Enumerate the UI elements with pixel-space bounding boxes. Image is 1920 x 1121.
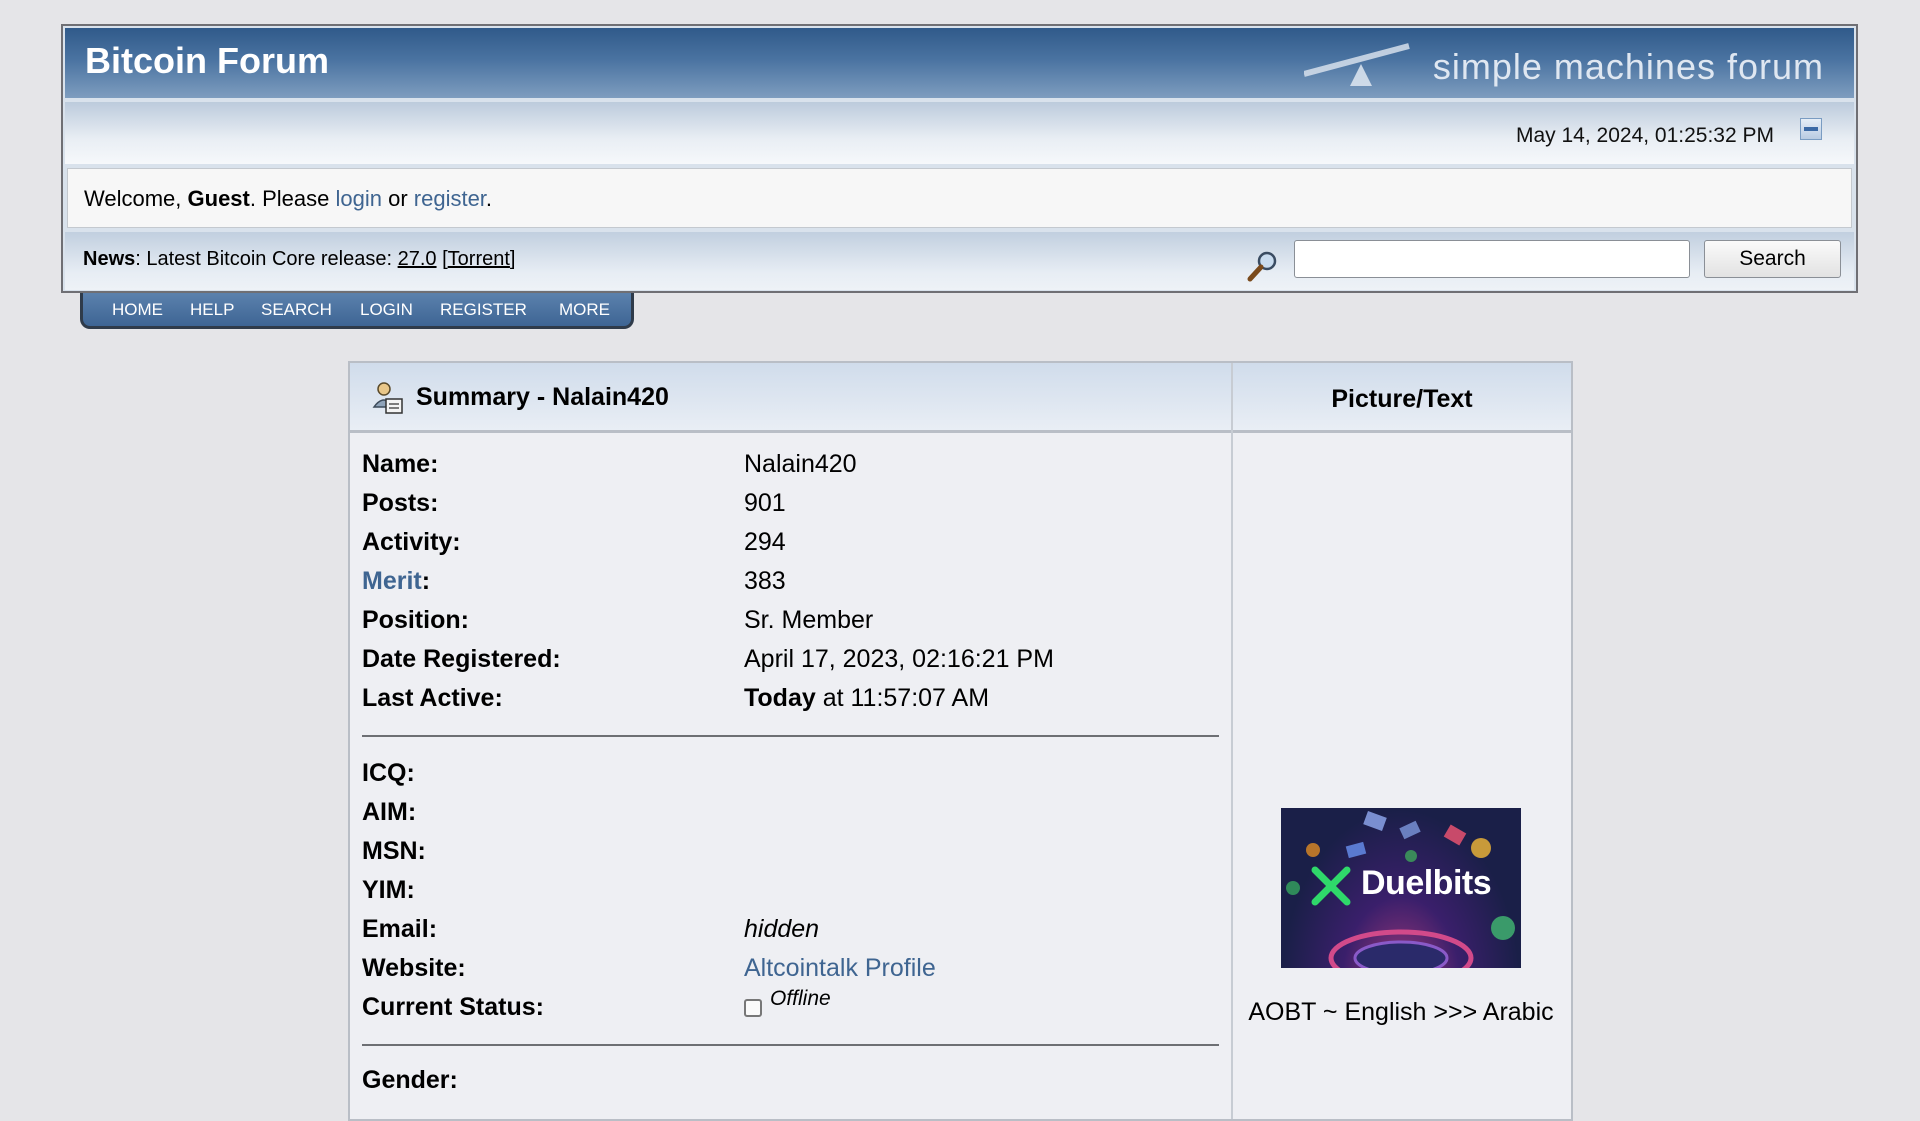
row-value: Nalain420 xyxy=(744,450,857,478)
row-label: AIM: xyxy=(362,798,417,826)
row-value: 294 xyxy=(744,528,786,556)
row-value: April 17, 2023, 02:16:21 PM xyxy=(744,645,1054,673)
nav-more[interactable]: MORE xyxy=(559,300,610,320)
news-line: News: Latest Bitcoin Core release: 27.0 … xyxy=(83,248,515,271)
row-label: Current Status: xyxy=(362,993,544,1021)
summary-header: Summary - Nalain420 xyxy=(350,363,1231,433)
welcome-or: or xyxy=(381,186,414,211)
main-nav: HOME HELP SEARCH LOGIN REGISTER MORE xyxy=(80,293,634,329)
profile-row-website: Website: Altcointalk Profile xyxy=(362,954,1222,986)
row-value: Today at 11:57:07 AM xyxy=(744,684,989,713)
merit-label: Merit: xyxy=(362,567,430,596)
nav-register[interactable]: REGISTER xyxy=(440,300,527,320)
profile-row-activity: Activity: 294 xyxy=(362,528,1222,560)
row-label: Activity: xyxy=(362,528,461,556)
row-value: 383 xyxy=(744,567,786,595)
profile-row-last-active: Last Active: Today at 11:57:07 AM xyxy=(362,684,1222,716)
forum-title[interactable]: Bitcoin Forum xyxy=(85,40,329,82)
picture-text-title: Picture/Text xyxy=(1331,385,1473,413)
row-label: Last Active: xyxy=(362,684,503,712)
news-close-bracket: ] xyxy=(509,248,516,270)
picture-header: Picture/Text xyxy=(1233,363,1571,433)
status-offline-text: Offline xyxy=(770,987,831,1010)
news-label: News xyxy=(83,248,136,270)
release-version-link[interactable]: 27.0 xyxy=(398,248,437,270)
duelbits-logo: Duelbits xyxy=(1309,864,1499,908)
section-divider xyxy=(362,735,1219,737)
search-input[interactable] xyxy=(1294,240,1690,278)
user-profile-icon xyxy=(372,382,403,414)
profile-row-icq: ICQ: xyxy=(362,759,1222,791)
last-active-today: Today xyxy=(744,684,816,712)
offline-status-icon xyxy=(744,999,762,1018)
row-value: Sr. Member xyxy=(744,606,874,634)
row-value: 901 xyxy=(744,489,786,517)
profile-row-merit: Merit: 383 xyxy=(362,567,1222,599)
magnifier-icon xyxy=(1247,251,1277,282)
nav-search[interactable]: SEARCH xyxy=(261,300,332,320)
news-open-bracket: [ xyxy=(436,248,448,270)
seesaw-logo-icon xyxy=(1304,43,1410,86)
row-label: Posts: xyxy=(362,489,439,517)
column-divider xyxy=(1231,363,1233,1119)
search-button[interactable]: Search xyxy=(1704,240,1841,278)
avatar-image: Duelbits xyxy=(1281,808,1521,968)
profile-row-position: Position: Sr. Member xyxy=(362,606,1222,638)
login-link[interactable]: login xyxy=(335,186,381,211)
nav-home[interactable]: HOME xyxy=(112,300,163,320)
profile-row-gender: Gender: xyxy=(362,1066,1222,1098)
profile-row-email: Email: hidden xyxy=(362,915,1222,947)
guest-name: Guest xyxy=(187,186,250,211)
news-text: : Latest Bitcoin Core release: xyxy=(135,248,398,270)
merit-colon: : xyxy=(421,567,431,595)
row-label: Website: xyxy=(362,954,466,982)
smf-logo[interactable]: simple machines forum xyxy=(1304,34,1824,94)
news-bar: News: Latest Bitcoin Core release: 27.0 … xyxy=(65,232,1854,290)
row-label: Name: xyxy=(362,450,439,478)
row-label: Date Registered: xyxy=(362,645,561,673)
website-link[interactable]: Altcointalk Profile xyxy=(744,954,936,983)
profile-row-posts: Posts: 901 xyxy=(362,489,1222,521)
row-label: ICQ: xyxy=(362,759,415,787)
user-bar: May 14, 2024, 01:25:32 PM xyxy=(65,102,1854,164)
row-label: YIM: xyxy=(362,876,415,904)
torrent-link[interactable]: Torrent xyxy=(448,248,510,270)
status-value: Offline xyxy=(744,987,831,1022)
email-hidden: hidden xyxy=(744,915,820,943)
section-divider xyxy=(362,1044,1219,1046)
smf-logo-text: simple machines forum xyxy=(1432,46,1824,87)
profile-row-status: Current Status: Offline xyxy=(362,987,1222,1025)
profile-row-name: Name: Nalain420 xyxy=(362,450,1222,482)
profile-row-yim: YIM: xyxy=(362,876,1222,908)
row-label: MSN: xyxy=(362,837,426,865)
current-datetime: May 14, 2024, 01:25:32 PM xyxy=(1516,124,1774,147)
row-label: Position: xyxy=(362,606,469,634)
profile-row-aim: AIM: xyxy=(362,798,1222,830)
profile-row-msn: MSN: xyxy=(362,837,1222,869)
row-label: Email: xyxy=(362,915,438,943)
forum-header: Bitcoin Forum simple machines forum May … xyxy=(61,24,1858,293)
nav-login[interactable]: LOGIN xyxy=(360,300,413,320)
welcome-message: Welcome, Guest. Please login or register… xyxy=(84,186,492,212)
register-link[interactable]: register xyxy=(414,186,486,211)
merit-link[interactable]: Merit xyxy=(362,567,422,595)
welcome-mid: . Please xyxy=(249,186,336,211)
summary-title: Summary - Nalain420 xyxy=(416,383,669,411)
collapse-header-button[interactable] xyxy=(1800,118,1822,140)
title-bar: Bitcoin Forum simple machines forum xyxy=(65,28,1854,98)
profile-row-date-registered: Date Registered: April 17, 2023, 02:16:2… xyxy=(362,645,1222,677)
row-label: Gender: xyxy=(362,1066,458,1094)
welcome-suffix: . xyxy=(485,186,493,211)
last-active-time: at 11:57:07 AM xyxy=(815,684,990,712)
duelbits-swords-icon xyxy=(1311,866,1351,906)
welcome-prefix: Welcome, xyxy=(84,186,188,211)
welcome-box: Welcome, Guest. Please login or register… xyxy=(67,168,1852,228)
duelbits-text: Duelbits xyxy=(1361,864,1492,902)
nav-help[interactable]: HELP xyxy=(190,300,234,320)
personal-text: AOBT ~ English >>> Arabic xyxy=(1248,998,1554,1026)
